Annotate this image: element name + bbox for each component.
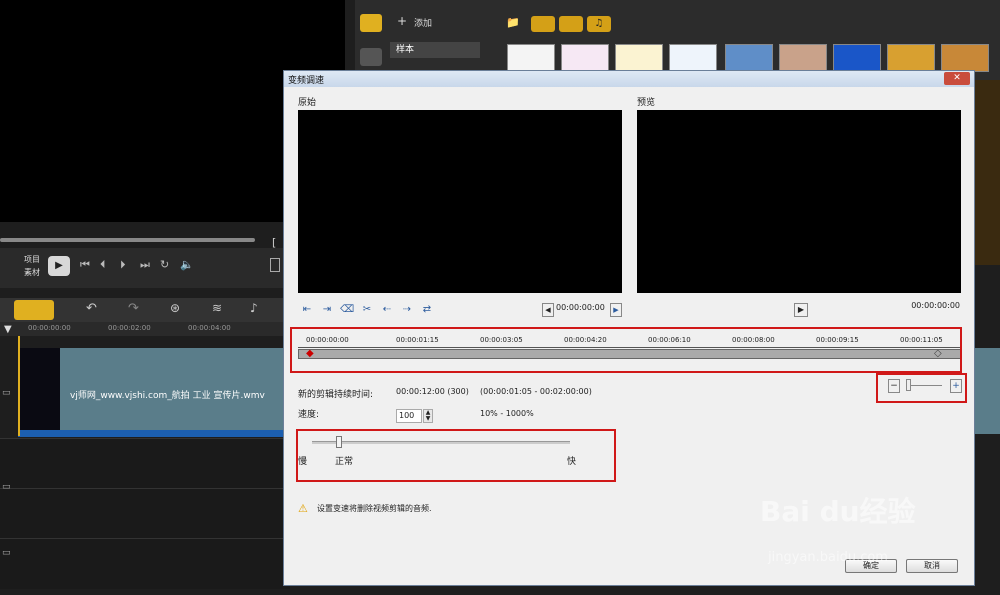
original-time: 00:00:00:00 <box>556 303 605 312</box>
ruler-tick: 00:00:02:00 <box>108 324 151 332</box>
zoom-in-button[interactable]: + <box>950 379 962 393</box>
clip-mode-label[interactable]: 素材 <box>24 267 40 278</box>
speed-slider[interactable] <box>312 441 570 444</box>
film-library-icon[interactable] <box>360 48 382 66</box>
next-frame-icon[interactable]: ⏵ <box>120 258 126 272</box>
dialog-title: 变频调速 <box>288 76 325 86</box>
music-track[interactable] <box>0 538 290 589</box>
preview-time: 00:00:00:00 <box>911 301 960 310</box>
original-video <box>298 110 622 293</box>
swap-icon[interactable]: ⇄ <box>420 303 434 317</box>
audio-mixer-icon[interactable]: ≋ <box>212 301 222 315</box>
go-start-icon[interactable]: ⏮ <box>80 258 90 272</box>
warning-icon: ⚠ <box>298 502 308 515</box>
fast-label: 快 <box>567 457 577 467</box>
normal-label: 正常 <box>335 457 354 467</box>
record-icon[interactable]: ⊛ <box>170 301 180 315</box>
thumb-sketch-1[interactable] <box>507 44 555 72</box>
thumb-orange[interactable] <box>887 44 935 72</box>
timeline-highlight <box>290 327 962 373</box>
thumb-brown[interactable] <box>941 44 989 72</box>
add-label[interactable]: 添加 <box>414 16 432 29</box>
video-filter-icon[interactable] <box>531 16 555 32</box>
mark-in-icon[interactable]: ⇤ <box>300 303 314 317</box>
close-button[interactable]: ✕ <box>944 72 970 85</box>
library-thumb-column <box>975 80 1000 265</box>
ruler-tick: 00:00:04:00 <box>188 324 231 332</box>
clip-thumbnail <box>18 348 60 434</box>
zoom-slider[interactable] <box>906 385 942 386</box>
duration-range: (00:00:01:05 - 00:02:00:00) <box>480 387 592 396</box>
thumb-sketch-2[interactable] <box>561 44 609 72</box>
watermark-logo: Bai du经验 <box>760 495 916 528</box>
title-track-icon: ▭ <box>2 548 11 558</box>
auto-music-icon[interactable]: ♪ <box>250 301 258 315</box>
thumb-sketch-4[interactable] <box>669 44 717 72</box>
playhead-icon[interactable]: ▼ <box>4 324 12 335</box>
thumb-blue[interactable] <box>833 44 881 72</box>
new-duration-label: 新的剪辑持续时间: <box>298 390 374 400</box>
redo-icon[interactable]: ↷ <box>128 301 139 316</box>
ratio-icon[interactable] <box>270 258 280 272</box>
speed-range: 10% - 1000% <box>480 409 534 418</box>
warning-text: 设置变速将删除视频剪辑的音频. <box>317 504 432 513</box>
thumb-sky[interactable] <box>725 44 773 72</box>
storyboard-view-button[interactable] <box>14 300 54 320</box>
thumb-sketch-3[interactable] <box>615 44 663 72</box>
slow-label: 慢 <box>298 457 308 467</box>
next-key-icon[interactable]: ⇢ <box>400 303 414 317</box>
add-marker-icon[interactable]: ⇥ <box>320 303 334 317</box>
clip-audio-bar <box>18 430 290 437</box>
project-mode-label[interactable]: 项目 <box>24 254 40 265</box>
playhead-line[interactable] <box>18 336 20 436</box>
ruler-tick: 00:00:00:00 <box>28 324 71 332</box>
go-end-icon[interactable]: ⏭ <box>140 258 150 272</box>
media-library-icon[interactable] <box>360 14 382 32</box>
speed-slider-thumb[interactable] <box>336 436 342 448</box>
title-track[interactable] <box>0 488 290 539</box>
video-track-icon: ▭ <box>2 388 11 398</box>
remove-marker-icon[interactable]: ⌫ <box>340 303 354 317</box>
video-clip-continued[interactable] <box>975 348 1000 434</box>
undo-icon[interactable]: ↶ <box>86 301 97 316</box>
preview-play-button[interactable]: ▶ <box>794 303 808 317</box>
scissor-icon[interactable]: ✂ <box>360 303 374 317</box>
volume-icon[interactable]: 🔈 <box>180 258 194 271</box>
clip-label: vj师网_www.vjshi.com_航拍 工业 宣传片.wmv <box>70 391 265 401</box>
overlay-track[interactable] <box>0 438 290 489</box>
speed-spinner[interactable]: ▲ ▼ <box>423 409 433 423</box>
zoom-out-button[interactable]: − <box>888 379 900 393</box>
folder-icon[interactable]: 📁 <box>506 16 520 29</box>
new-duration-value[interactable]: 00:00:12:00 (300) <box>396 387 469 396</box>
prev-frame-icon[interactable]: ⏴ <box>100 258 106 272</box>
cancel-button[interactable]: 取消 <box>906 559 958 573</box>
dialog-titlebar[interactable] <box>284 71 974 87</box>
add-icon[interactable]: + <box>397 14 407 28</box>
sample-tab[interactable]: 样本 <box>390 42 480 58</box>
original-label: 原始 <box>298 98 317 108</box>
next-frame-icon[interactable]: ▶ <box>610 303 622 317</box>
watermark-url: jingyan.baidu.com <box>768 550 888 565</box>
prev-frame-icon[interactable]: ◀ <box>542 303 554 317</box>
thumb-skin[interactable] <box>779 44 827 72</box>
zoom-thumb[interactable] <box>906 379 911 391</box>
timeline-ruler[interactable]: 00:00:00:00 00:00:02:00 00:00:04:00 <box>0 322 290 336</box>
preview-seekbar[interactable] <box>0 238 255 242</box>
preview-label: 预览 <box>637 98 656 108</box>
prev-key-icon[interactable]: ⇠ <box>380 303 394 317</box>
overlay-track-icon: ▭ <box>2 482 11 492</box>
speed-input[interactable]: 100 <box>396 409 422 423</box>
audio-filter-icon[interactable]: ♫ <box>587 16 611 32</box>
repeat-icon[interactable]: ↻ <box>160 258 169 271</box>
image-filter-icon[interactable] <box>559 16 583 32</box>
play-button[interactable]: ▶ <box>48 256 70 276</box>
preview-video <box>637 110 961 293</box>
speed-label: 速度: <box>298 410 320 420</box>
